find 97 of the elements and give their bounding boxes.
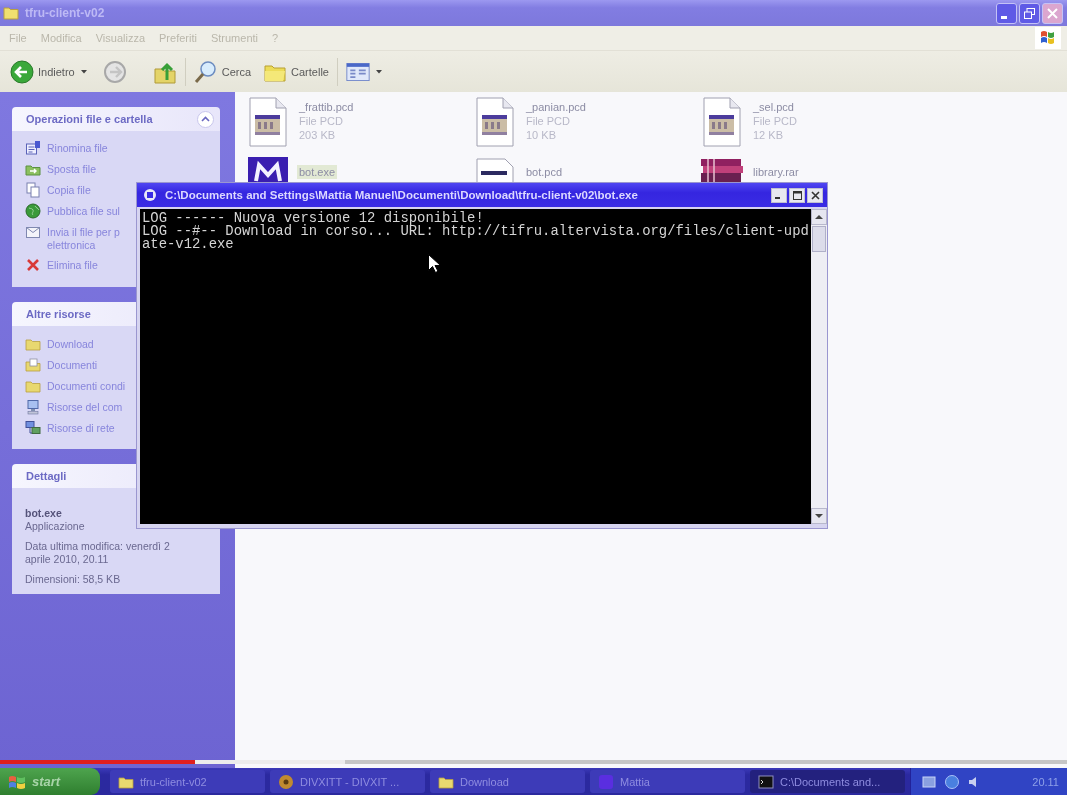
menu-item[interactable]: Strumenti <box>203 32 265 44</box>
file-size: 12 KB <box>752 128 784 142</box>
menu-item[interactable]: Visualizza <box>88 32 153 44</box>
task-link[interactable]: Pubblica file sul <box>25 203 120 219</box>
caret-icon <box>375 69 382 74</box>
file-name[interactable]: bot.exe <box>297 165 338 179</box>
menu-item[interactable]: Modifica <box>33 32 89 44</box>
forward-icon <box>102 59 127 84</box>
back-button[interactable]: Indietro <box>8 57 77 86</box>
globe-icon <box>25 203 41 219</box>
document-lines-icon <box>25 140 41 156</box>
close-icon <box>810 190 820 200</box>
task-link[interactable]: Sposta file <box>25 161 97 177</box>
file-name[interactable]: library.rar <box>751 165 801 179</box>
close-icon <box>1047 7 1058 19</box>
video-progress-track[interactable] <box>0 760 1067 764</box>
restore-button[interactable] <box>1019 2 1040 24</box>
disc-icon <box>278 773 294 790</box>
file-size: 10 KB <box>525 128 557 142</box>
document-icon <box>473 155 517 183</box>
circle-icon[interactable] <box>944 773 960 790</box>
task-link[interactable]: Invia il file per p elettronica <box>25 224 120 252</box>
taskbar-button[interactable]: DIVXITT - DIVXIT ... <box>270 770 425 793</box>
detail-file-name: bot.exe <box>25 507 62 520</box>
maximize-icon <box>792 190 802 200</box>
minimize-button[interactable] <box>996 2 1017 24</box>
restore-icon <box>1024 7 1035 19</box>
task-link[interactable]: Risorse di rete <box>25 420 115 436</box>
delete-icon <box>25 257 41 273</box>
console-output-line: LOG --#-- Download in corso... URL: http://tifru.altervista.org/files/client-upd <box>142 225 809 238</box>
task-link[interactable]: Documenti <box>25 357 98 373</box>
panel-title: Altre risorse <box>26 308 91 320</box>
window-title: tfru-client-v02 <box>25 6 106 20</box>
scroll-up-icon[interactable] <box>810 209 827 225</box>
task-link[interactable]: Copia file <box>25 182 91 198</box>
document-folder-icon <box>25 357 41 373</box>
window-icon[interactable] <box>921 773 937 790</box>
scroll-down-icon[interactable] <box>810 508 827 524</box>
file-name[interactable]: _sel.pcd <box>751 100 796 114</box>
menu-item[interactable]: Preferiti <box>152 32 204 44</box>
taskbar-button[interactable]: tfru-client-v02 <box>110 770 265 793</box>
folder-icon <box>25 336 41 352</box>
minimize-icon <box>1001 15 1007 19</box>
menu-item[interactable]: File <box>2 32 34 44</box>
console-title: C:\Documents and Settings\Mattia Manuel\Documenti\Download\tfru-client-v02\bot.exe <box>165 189 639 201</box>
detail-text: Dimensioni: 58,5 KB <box>25 573 121 586</box>
file-type: File PCD <box>525 114 571 128</box>
detail-text: Data ultima modifica: venerdì 2 aprile 2010, 20.11 <box>25 540 171 566</box>
taskbar-button[interactable]: Download <box>430 770 585 793</box>
mouse-cursor-icon <box>428 254 440 273</box>
windows-flag-icon <box>8 773 26 790</box>
file-name[interactable]: bot.pcd <box>524 165 565 179</box>
caret-icon[interactable] <box>80 69 87 74</box>
network-icon <box>25 420 41 436</box>
file-name[interactable]: _panian.pcd <box>524 100 588 114</box>
image-file-icon <box>473 97 517 147</box>
application-icon <box>246 155 290 183</box>
task-link[interactable]: Risorse del com <box>25 399 123 415</box>
minimize-button[interactable] <box>771 187 787 203</box>
collapse-icon[interactable] <box>197 110 214 128</box>
folder-icon <box>25 378 41 394</box>
search-icon <box>193 59 218 84</box>
search-button[interactable]: Cerca <box>191 57 254 86</box>
taskbar-button[interactable]: Mattia <box>590 770 745 793</box>
taskbar-button[interactable]: C:\Documents and... <box>750 770 905 793</box>
image-file-icon <box>700 97 744 147</box>
console-output-line: ate-v12.exe <box>142 238 234 251</box>
minimize-icon <box>775 196 780 199</box>
folder-icon <box>3 6 19 20</box>
task-link[interactable]: Elimina file <box>25 257 98 273</box>
file-name[interactable]: _frattib.pcd <box>297 100 356 114</box>
pages-icon <box>25 182 41 198</box>
folders-button[interactable]: Cartelle <box>261 57 331 86</box>
start-button[interactable]: start <box>0 768 100 795</box>
clock: 20.11 <box>1032 775 1059 788</box>
file-type: File PCD <box>298 114 344 128</box>
panel-title: Operazioni file e cartella <box>26 113 153 125</box>
task-link[interactable]: Download <box>25 336 94 352</box>
task-link[interactable]: Rinomina file <box>25 140 108 156</box>
image-file-icon <box>246 97 290 147</box>
envelope-icon <box>25 224 41 240</box>
menu-item[interactable]: ? <box>265 32 286 44</box>
panel-title: Dettagli <box>26 470 67 482</box>
maximize-button[interactable] <box>789 187 805 203</box>
console-icon <box>758 773 774 790</box>
console-output-line: LOG ------ Nuova versione 12 disponibile! <box>142 212 484 225</box>
file-type: File PCD <box>752 114 798 128</box>
close-button[interactable] <box>807 187 823 203</box>
back-icon <box>10 59 34 84</box>
task-link[interactable]: Documenti condi <box>25 378 126 394</box>
computer-icon <box>25 399 41 415</box>
scroll-thumb[interactable] <box>811 226 826 252</box>
scrollbar[interactable] <box>810 209 827 524</box>
file-size: 203 KB <box>298 128 337 142</box>
detail-file-type: Applicazione <box>25 520 85 533</box>
console-icon <box>143 188 157 202</box>
app-icon <box>598 773 614 790</box>
